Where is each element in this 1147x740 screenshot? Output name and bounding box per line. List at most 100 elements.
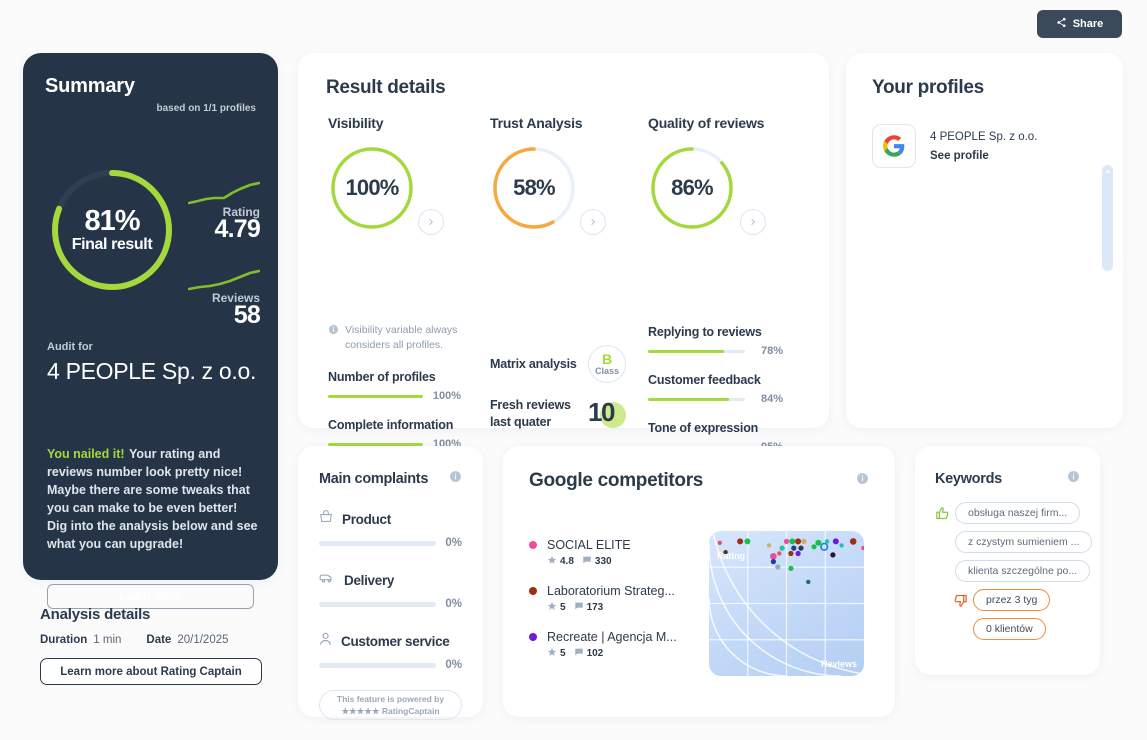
fresh-reviews-value-wrap: 10 xyxy=(588,397,626,431)
visibility-ring: 100% xyxy=(328,144,416,232)
bar-track xyxy=(648,349,745,353)
dashboard-page: Share Summary based on 1/1 profiles 81% … xyxy=(0,0,1147,740)
audit-for-label: Audit for xyxy=(47,341,93,353)
reviews-sparkline xyxy=(188,269,260,291)
complaint-track xyxy=(319,662,437,668)
competitor-name: Laboratorium Strateg... xyxy=(547,584,675,598)
complaint-label: Customer service xyxy=(341,634,450,649)
visibility-note: Visibility variable always considers all… xyxy=(328,323,493,352)
share-icon xyxy=(1056,17,1067,31)
basket-icon xyxy=(319,510,333,529)
reviews-metric: Reviews 58 xyxy=(155,269,261,330)
complaint-percent: 0% xyxy=(445,659,462,671)
visibility-title: Visibility xyxy=(328,115,384,131)
quality-of-reviews-expand-button[interactable] xyxy=(740,209,766,235)
powered-by-badge: This feature is powered by ★★★★★ RatingC… xyxy=(319,690,462,720)
result-details-card: Result details Visibility 100% Trust Ana… xyxy=(298,53,829,453)
bar-fill xyxy=(648,349,724,353)
date-label: Date xyxy=(146,634,172,646)
trust-analysis-ring: 58% xyxy=(490,144,578,232)
thumbs-down-icon xyxy=(953,593,968,608)
bar-label: Replying to reviews xyxy=(648,325,762,339)
competitor-rating: 5 xyxy=(547,601,566,614)
keyword-chip[interactable]: 0 klientów xyxy=(973,618,1046,640)
profile-name: 4 PEOPLE Sp. z o.o. xyxy=(930,130,1038,143)
complaint-product: Product 0% xyxy=(319,510,462,549)
bar-label: Complete information xyxy=(328,418,454,432)
fresh-reviews-label: Fresh reviews last quater xyxy=(490,398,571,429)
competitor-name: SOCIAL ELITE xyxy=(547,538,631,552)
visibility-percent: 100% xyxy=(345,175,399,200)
keyword-row: z czystym sumieniem ... xyxy=(935,531,1093,553)
competitor-rating: 5 xyxy=(547,647,566,660)
competitor-color-dot xyxy=(529,541,537,549)
visibility-expand-button[interactable] xyxy=(418,209,444,235)
list-item[interactable]: SOCIAL ELITE 4.8 330 xyxy=(529,538,719,568)
bar-percent: 100% xyxy=(432,390,461,402)
complaint-percent: 0% xyxy=(445,598,462,610)
learn-more-rating-captain-button[interactable]: Learn more about Rating Captain xyxy=(40,658,262,685)
keywords-list: obsługa naszej firm... z czystym sumieni… xyxy=(935,502,1093,640)
keyword-chip[interactable]: z czystym sumieniem ... xyxy=(955,531,1093,553)
stars-icon: ★★★★★ xyxy=(341,706,380,716)
competitors-scatter-chart: Rating Reviews xyxy=(709,531,864,676)
keyword-chip[interactable]: klienta szczególne po... xyxy=(955,560,1091,582)
final-result-percent: 81% xyxy=(84,205,140,237)
info-icon[interactable] xyxy=(856,472,869,490)
visibility-note-text: Visibility variable always considers all… xyxy=(345,324,458,351)
main-complaints-header: Main complaints xyxy=(319,470,462,488)
brand-name: RatingCaptain xyxy=(381,706,440,716)
complaint-track xyxy=(319,601,437,607)
share-button[interactable]: Share xyxy=(1037,10,1122,38)
star-icon xyxy=(547,555,557,568)
bar-track xyxy=(648,397,745,401)
profile-info: 4 PEOPLE Sp. z o.o. See profile xyxy=(930,131,1037,162)
final-result-label: Final result xyxy=(71,236,153,253)
profiles-scrollbar[interactable] xyxy=(1102,165,1113,271)
analysis-title: Analysis details xyxy=(40,606,151,623)
bar-number-of-profiles: Number of profiles 100% xyxy=(328,370,461,402)
comment-icon xyxy=(574,647,584,660)
info-icon xyxy=(328,324,339,352)
complaint-percent: 0% xyxy=(445,537,462,549)
person-icon xyxy=(319,632,332,651)
info-icon[interactable] xyxy=(1067,470,1080,488)
comment-icon xyxy=(574,601,584,614)
powered-by-brand: ★★★★★ RatingCaptain xyxy=(341,705,439,717)
chart-ylabel: Rating xyxy=(717,551,745,561)
nailed-it-body: Your rating and reviews number look pret… xyxy=(47,447,258,551)
keyword-chip[interactable]: obsługa naszej firm... xyxy=(955,502,1081,524)
fresh-reviews-value: 10 xyxy=(588,397,615,427)
thumbs-up-icon xyxy=(935,506,950,521)
chevron-right-icon xyxy=(589,213,597,231)
based-on-profiles: based on 1/1 profiles xyxy=(156,103,256,114)
quality-of-reviews-percent: 86% xyxy=(671,175,713,200)
matrix-analysis-row: Matrix analysis B Class xyxy=(490,345,626,383)
competitor-reviews: 173 xyxy=(574,601,603,614)
list-item[interactable]: Laboratorium Strateg... 5 173 xyxy=(529,584,719,614)
rating-metric: Rating 4.79 xyxy=(155,181,261,244)
list-item[interactable]: Recreate | Agencja M... 5 102 xyxy=(529,630,719,660)
bar-fill xyxy=(328,394,423,398)
complaint-delivery: Delivery 0% xyxy=(319,571,462,610)
matrix-class-badge: B Class xyxy=(588,345,626,383)
profile-row[interactable]: 4 PEOPLE Sp. z o.o. See profile xyxy=(872,124,1097,168)
trust-analysis-percent: 58% xyxy=(513,175,555,200)
info-icon[interactable] xyxy=(449,470,462,488)
powered-by-text: This feature is powered by xyxy=(336,693,445,704)
chevron-right-icon xyxy=(749,213,757,231)
your-profiles-title: Your profiles xyxy=(872,77,984,98)
result-details-title: Result details xyxy=(326,77,446,98)
your-profiles-card: Your profiles 4 PEOPLE Sp. z o.o. See pr… xyxy=(846,53,1123,428)
bar-percent: 78% xyxy=(760,345,783,357)
complaint-customer-service: Customer service 0% xyxy=(319,632,462,671)
matrix-grade: B xyxy=(601,350,613,367)
see-profile-link[interactable]: See profile xyxy=(930,150,1037,162)
keyword-chip[interactable]: przez 3 tyg xyxy=(973,589,1051,611)
competitor-reviews: 330 xyxy=(582,555,612,568)
trust-analysis-expand-button[interactable] xyxy=(580,209,606,235)
fresh-reviews-row: Fresh reviews last quater 10 xyxy=(490,397,626,431)
keywords-header: Keywords xyxy=(935,470,1080,488)
google-competitors-title: Google competitors xyxy=(529,470,704,491)
rating-sparkline xyxy=(188,181,260,205)
